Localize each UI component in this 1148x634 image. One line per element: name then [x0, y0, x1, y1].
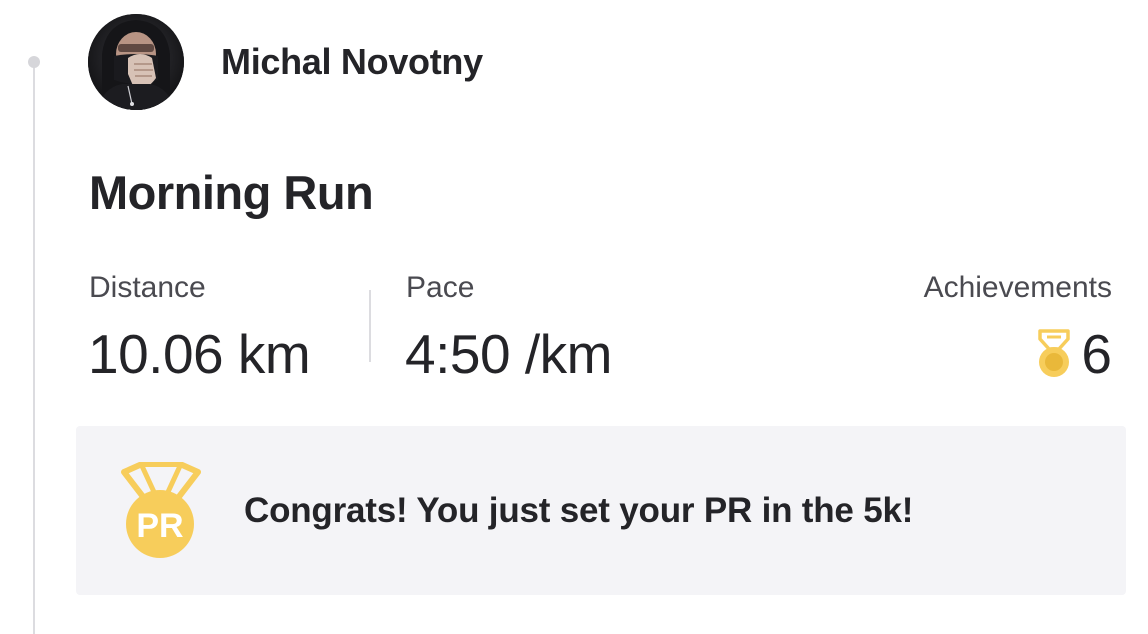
activity-title[interactable]: Morning Run [89, 164, 374, 222]
stat-divider [369, 290, 371, 362]
avatar[interactable] [88, 14, 184, 110]
pr-banner[interactable]: PR Congrats! You just set your PR in the… [76, 426, 1126, 595]
distance-label: Distance [89, 271, 206, 304]
pr-medal-icon: PR [120, 461, 202, 560]
avatar-photo-icon [88, 14, 184, 110]
medal-icon [1035, 329, 1073, 379]
athlete-name[interactable]: Michal Novotny [221, 40, 483, 84]
pace-value: 4:50 /km [405, 323, 612, 385]
achievements-count: 6 [1081, 323, 1112, 385]
pace-label: Pace [406, 271, 475, 304]
achievements-label: Achievements [923, 271, 1112, 304]
timeline-line [33, 62, 35, 634]
pr-badge-text: PR [136, 507, 183, 545]
timeline-dot [28, 56, 40, 68]
distance-value: 10.06 km [88, 323, 311, 385]
achievements-stat[interactable]: 6 [1035, 322, 1112, 386]
activity-feed-entry: Michal Novotny Morning Run Distance 10.0… [0, 0, 1148, 634]
pr-message: Congrats! You just set your PR in the 5k… [244, 491, 914, 530]
